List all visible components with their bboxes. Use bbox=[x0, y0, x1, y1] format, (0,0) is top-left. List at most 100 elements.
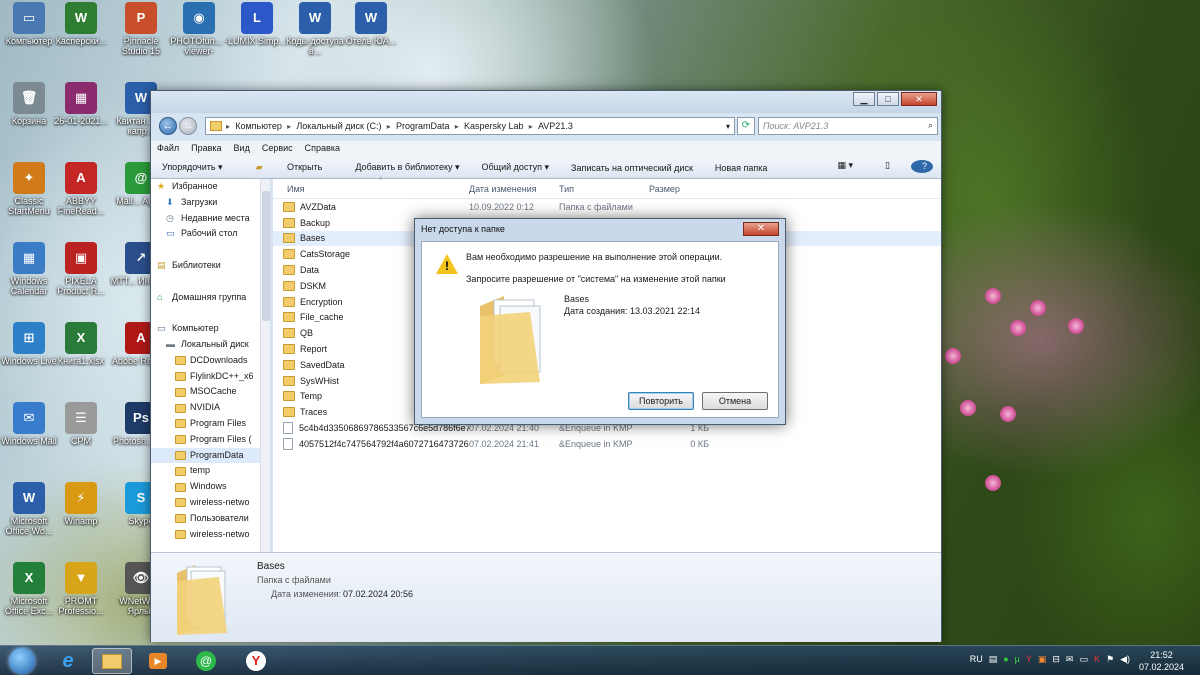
tray-mail-icon[interactable]: ✉ bbox=[1066, 654, 1074, 665]
desktop-icon[interactable]: ▦ 26-01-2021... bbox=[50, 82, 112, 126]
breadcrumb-item[interactable]: AVP21.3 bbox=[538, 121, 573, 131]
search-input[interactable]: Поиск: AVP21.3 ⌕ bbox=[758, 117, 938, 135]
tray-kaspersky-icon[interactable]: K bbox=[1094, 654, 1100, 665]
desktop-icon[interactable]: ▣ PIXELA Product R... bbox=[50, 242, 112, 296]
nav-item[interactable]: DCDownloads bbox=[151, 353, 270, 369]
taskbar-mail[interactable]: @ bbox=[186, 648, 226, 674]
desktop-icon[interactable]: W Коды доступа в... bbox=[284, 2, 346, 56]
desktop-icon[interactable]: A ABBYY FineRead... bbox=[50, 162, 112, 216]
nav-item[interactable]: ▬ Локальный диск bbox=[151, 337, 270, 353]
cancel-button[interactable]: Отмена bbox=[702, 392, 768, 410]
search-icon[interactable]: ⌕ bbox=[928, 120, 933, 131]
menu-item[interactable]: Сервис bbox=[256, 141, 299, 157]
menu-item[interactable]: Правка bbox=[185, 141, 227, 157]
nav-item[interactable]: wireless-netwo bbox=[151, 527, 270, 543]
desktop-icon[interactable]: P Pinnacle Studio 15 bbox=[110, 2, 172, 56]
nav-scrollbar[interactable] bbox=[260, 179, 270, 552]
breadcrumb-separator-icon[interactable]: ▸ bbox=[384, 122, 392, 131]
breadcrumb-item[interactable]: Компьютер bbox=[235, 121, 282, 131]
desktop-icon[interactable]: ☰ CPM bbox=[50, 402, 112, 446]
language-indicator[interactable]: RU bbox=[970, 654, 983, 665]
taskbar-media[interactable]: ▶ bbox=[138, 648, 178, 674]
breadcrumb-item[interactable]: ProgramData bbox=[396, 121, 450, 131]
nav-item[interactable]: ⌂ Домашняя группа bbox=[151, 290, 270, 306]
maximize-button[interactable]: □ bbox=[877, 92, 899, 106]
taskbar-ie[interactable]: e bbox=[48, 648, 88, 674]
tray-yandex-icon[interactable]: Y bbox=[1026, 654, 1032, 665]
view-options-icon[interactable]: ▦ ▾ bbox=[827, 160, 865, 173]
burn-button[interactable]: Записать на оптический диск bbox=[560, 163, 704, 173]
help-icon[interactable]: ? bbox=[911, 160, 933, 173]
file-row[interactable]: 4057512f4c747564792f4a6072716473726a... 0… bbox=[273, 436, 941, 452]
preview-pane-icon[interactable]: ▯ bbox=[874, 160, 901, 173]
breadcrumb-separator-icon[interactable]: ▸ bbox=[527, 122, 535, 131]
disk-icon: ▬ bbox=[166, 338, 175, 349]
nav-item[interactable]: NVIDIA bbox=[151, 400, 270, 416]
menu-item[interactable]: Вид bbox=[228, 141, 256, 157]
nav-item[interactable]: ★ Избранное bbox=[151, 179, 270, 195]
back-button[interactable]: ← bbox=[159, 117, 177, 135]
add-to-library-button[interactable]: Добавить в библиотеку ▾ bbox=[344, 162, 470, 173]
tray-pc-icon[interactable]: ▭ bbox=[1079, 654, 1088, 665]
nav-item[interactable]: ◷ Недавние места bbox=[151, 211, 270, 227]
scroll-thumb[interactable] bbox=[262, 191, 270, 321]
menu-item[interactable]: Файл bbox=[151, 141, 185, 157]
taskbar-yandex[interactable]: Y bbox=[236, 648, 276, 674]
file-row[interactable]: AVZData 10.09.2022 0:12 Папка с файлами bbox=[273, 199, 941, 215]
desktop-icon[interactable]: ▼ PROMT Professio... bbox=[50, 562, 112, 616]
nav-item[interactable]: ▭ Рабочий стол bbox=[151, 226, 270, 242]
nav-item[interactable]: MSOCache bbox=[151, 384, 270, 400]
nav-item[interactable]: Пользователи bbox=[151, 511, 270, 527]
access-denied-dialog[interactable]: Нет доступа к папке ✕ ! Вам необходимо р… bbox=[414, 218, 786, 425]
nav-item[interactable]: Program Files ( bbox=[151, 432, 270, 448]
dialog-close-button[interactable]: ✕ bbox=[743, 222, 779, 236]
nav-item[interactable]: ▭ Компьютер bbox=[151, 321, 270, 337]
desktop-icon[interactable]: ◉ PHOTOfun... -viewer- bbox=[168, 2, 230, 56]
tray-network-icon[interactable]: ▤ bbox=[989, 654, 998, 665]
new-folder-button[interactable]: Новая папка bbox=[704, 163, 778, 173]
tray-app-icon[interactable]: ▣ bbox=[1038, 654, 1047, 665]
nav-item[interactable]: Windows bbox=[151, 479, 270, 495]
tray-flag-icon[interactable]: ⚑ bbox=[1106, 654, 1114, 665]
nav-item[interactable]: ▤ Библиотеки bbox=[151, 258, 270, 274]
title-bar[interactable]: ▁ □ ✕ bbox=[151, 91, 941, 113]
column-size[interactable]: Размер bbox=[649, 184, 709, 194]
menu-item[interactable]: Справка bbox=[299, 141, 346, 157]
desktop-icon[interactable]: W Касперски... bbox=[50, 2, 112, 46]
tray-usb-icon[interactable]: ⊟ bbox=[1052, 654, 1060, 665]
nav-item[interactable]: FlylinkDC++_x6 bbox=[151, 369, 270, 385]
taskbar-explorer[interactable] bbox=[92, 648, 132, 674]
nav-item[interactable]: ⬇ Загрузки bbox=[151, 195, 270, 211]
desktop-icon[interactable]: ⚡ Winamp bbox=[50, 482, 112, 526]
column-name[interactable]: Имя bbox=[273, 184, 469, 194]
refresh-button[interactable]: ⟳ bbox=[737, 117, 755, 135]
retry-button[interactable]: Повторить bbox=[628, 392, 694, 410]
desktop-icon[interactable]: X Книга1.xlsx bbox=[50, 322, 112, 366]
breadcrumb-separator-icon[interactable]: ▸ bbox=[226, 122, 232, 131]
start-button[interactable] bbox=[2, 648, 42, 674]
tray-update-icon[interactable]: ● bbox=[1003, 654, 1008, 665]
open-button[interactable]: ▰ Открыть bbox=[234, 162, 345, 173]
chevron-down-icon[interactable]: ▾ bbox=[726, 122, 730, 131]
organize-button[interactable]: Упорядочить ▾ bbox=[151, 162, 234, 173]
address-input[interactable]: ▸ Компьютер ▸ Локальный диск (C:) ▸ Prog… bbox=[205, 117, 735, 135]
tray-volume-icon[interactable]: ◀) bbox=[1120, 654, 1130, 665]
column-date[interactable]: Дата изменения bbox=[469, 184, 559, 194]
breadcrumb-separator-icon[interactable]: ▸ bbox=[285, 122, 293, 131]
desktop-icon[interactable]: W Отель ЮА... bbox=[340, 2, 402, 46]
breadcrumb-item[interactable]: Локальный диск (C:) bbox=[296, 121, 381, 131]
forward-button[interactable]: → bbox=[179, 117, 197, 135]
desktop-icon[interactable]: L LUMIX Simp... bbox=[226, 2, 288, 46]
tray-utorrent-icon[interactable]: µ bbox=[1015, 654, 1020, 665]
clock[interactable]: 21:52 07.02.2024 bbox=[1139, 649, 1184, 673]
nav-item[interactable]: temp bbox=[151, 463, 270, 479]
breadcrumb-item[interactable]: Kaspersky Lab bbox=[464, 121, 524, 131]
close-button[interactable]: ✕ bbox=[901, 92, 937, 106]
column-type[interactable]: Тип bbox=[559, 184, 649, 194]
nav-item[interactable]: Program Files bbox=[151, 416, 270, 432]
breadcrumb-separator-icon[interactable]: ▸ bbox=[452, 122, 460, 131]
share-button[interactable]: Общий доступ ▾ bbox=[471, 162, 561, 173]
nav-item[interactable]: wireless-netwo bbox=[151, 495, 270, 511]
minimize-button[interactable]: ▁ bbox=[853, 92, 875, 106]
nav-item[interactable]: ProgramData bbox=[151, 447, 270, 464]
